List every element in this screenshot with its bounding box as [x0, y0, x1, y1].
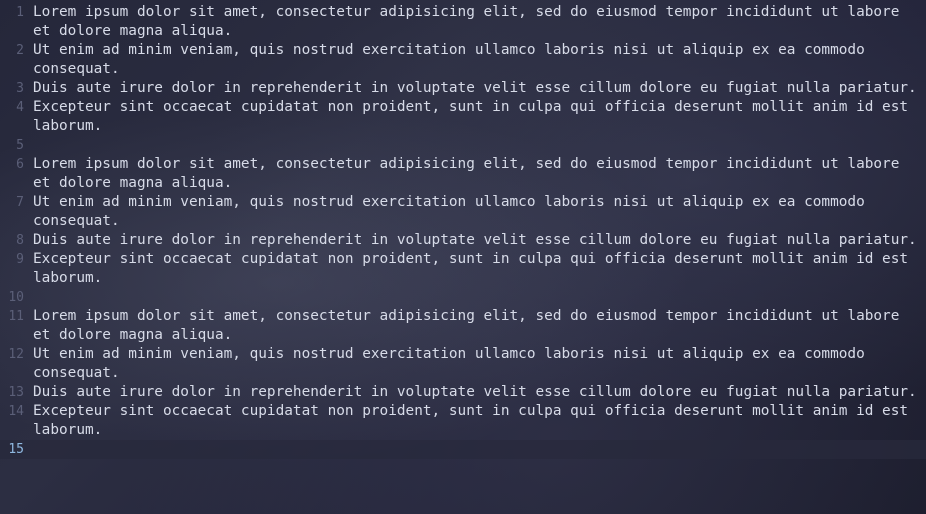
- line-number: 13: [8, 385, 24, 400]
- text-editor[interactable]: 1 Lorem ipsum dolor sit amet, consectetu…: [0, 0, 926, 514]
- line-number: 6: [16, 157, 24, 172]
- line-number: 12: [8, 347, 24, 362]
- line-text[interactable]: [33, 288, 917, 307]
- editor-line[interactable]: 4 Excepteur sint occaecat cupidatat non …: [0, 98, 926, 136]
- line-number: 10: [8, 290, 24, 305]
- editor-line[interactable]: 9 Excepteur sint occaecat cupidatat non …: [0, 250, 926, 288]
- editor-line[interactable]: 7 Ut enim ad minim veniam, quis nostrud …: [0, 193, 926, 231]
- line-number: 8: [16, 233, 24, 248]
- line-number: 11: [8, 309, 24, 324]
- line-text[interactable]: Duis aute irure dolor in reprehenderit i…: [33, 383, 917, 402]
- editor-line[interactable]: 3 Duis aute irure dolor in reprehenderit…: [0, 79, 926, 98]
- line-text[interactable]: Ut enim ad minim veniam, quis nostrud ex…: [33, 193, 917, 231]
- editor-line[interactable]: 14 Excepteur sint occaecat cupidatat non…: [0, 402, 926, 440]
- line-number: 4: [16, 100, 24, 115]
- line-text[interactable]: Lorem ipsum dolor sit amet, consectetur …: [33, 307, 917, 345]
- editor-line[interactable]: 5: [0, 136, 926, 155]
- line-text[interactable]: [33, 136, 917, 155]
- editor-line[interactable]: 13 Duis aute irure dolor in reprehenderi…: [0, 383, 926, 402]
- editor-line[interactable]: 6 Lorem ipsum dolor sit amet, consectetu…: [0, 155, 926, 193]
- editor-line[interactable]: 10: [0, 288, 926, 307]
- current-line-number: 15: [8, 442, 24, 457]
- line-number: 9: [16, 252, 24, 267]
- line-text[interactable]: Lorem ipsum dolor sit amet, consectetur …: [33, 3, 917, 41]
- line-text[interactable]: Excepteur sint occaecat cupidatat non pr…: [33, 250, 917, 288]
- editor-lines[interactable]: 1 Lorem ipsum dolor sit amet, consectetu…: [0, 3, 926, 459]
- line-number: 3: [16, 81, 24, 96]
- line-number: 1: [16, 5, 24, 20]
- editor-line[interactable]: 8 Duis aute irure dolor in reprehenderit…: [0, 231, 926, 250]
- editor-line[interactable]: 12 Ut enim ad minim veniam, quis nostrud…: [0, 345, 926, 383]
- line-number: 2: [16, 43, 24, 58]
- line-text[interactable]: Lorem ipsum dolor sit amet, consectetur …: [33, 155, 917, 193]
- line-text[interactable]: Duis aute irure dolor in reprehenderit i…: [33, 79, 917, 98]
- editor-line[interactable]: 1 Lorem ipsum dolor sit amet, consectetu…: [0, 3, 926, 41]
- line-number: 14: [8, 404, 24, 419]
- editor-line[interactable]: 11 Lorem ipsum dolor sit amet, consectet…: [0, 307, 926, 345]
- line-text[interactable]: Duis aute irure dolor in reprehenderit i…: [33, 231, 917, 250]
- line-number: 5: [16, 138, 24, 153]
- current-editor-line[interactable]: 15: [0, 440, 926, 459]
- line-text[interactable]: [33, 440, 917, 459]
- line-text[interactable]: Excepteur sint occaecat cupidatat non pr…: [33, 402, 917, 440]
- line-text[interactable]: Ut enim ad minim veniam, quis nostrud ex…: [33, 41, 917, 79]
- line-text[interactable]: Ut enim ad minim veniam, quis nostrud ex…: [33, 345, 917, 383]
- editor-line[interactable]: 2 Ut enim ad minim veniam, quis nostrud …: [0, 41, 926, 79]
- line-text[interactable]: Excepteur sint occaecat cupidatat non pr…: [33, 98, 917, 136]
- line-number: 7: [16, 195, 24, 210]
